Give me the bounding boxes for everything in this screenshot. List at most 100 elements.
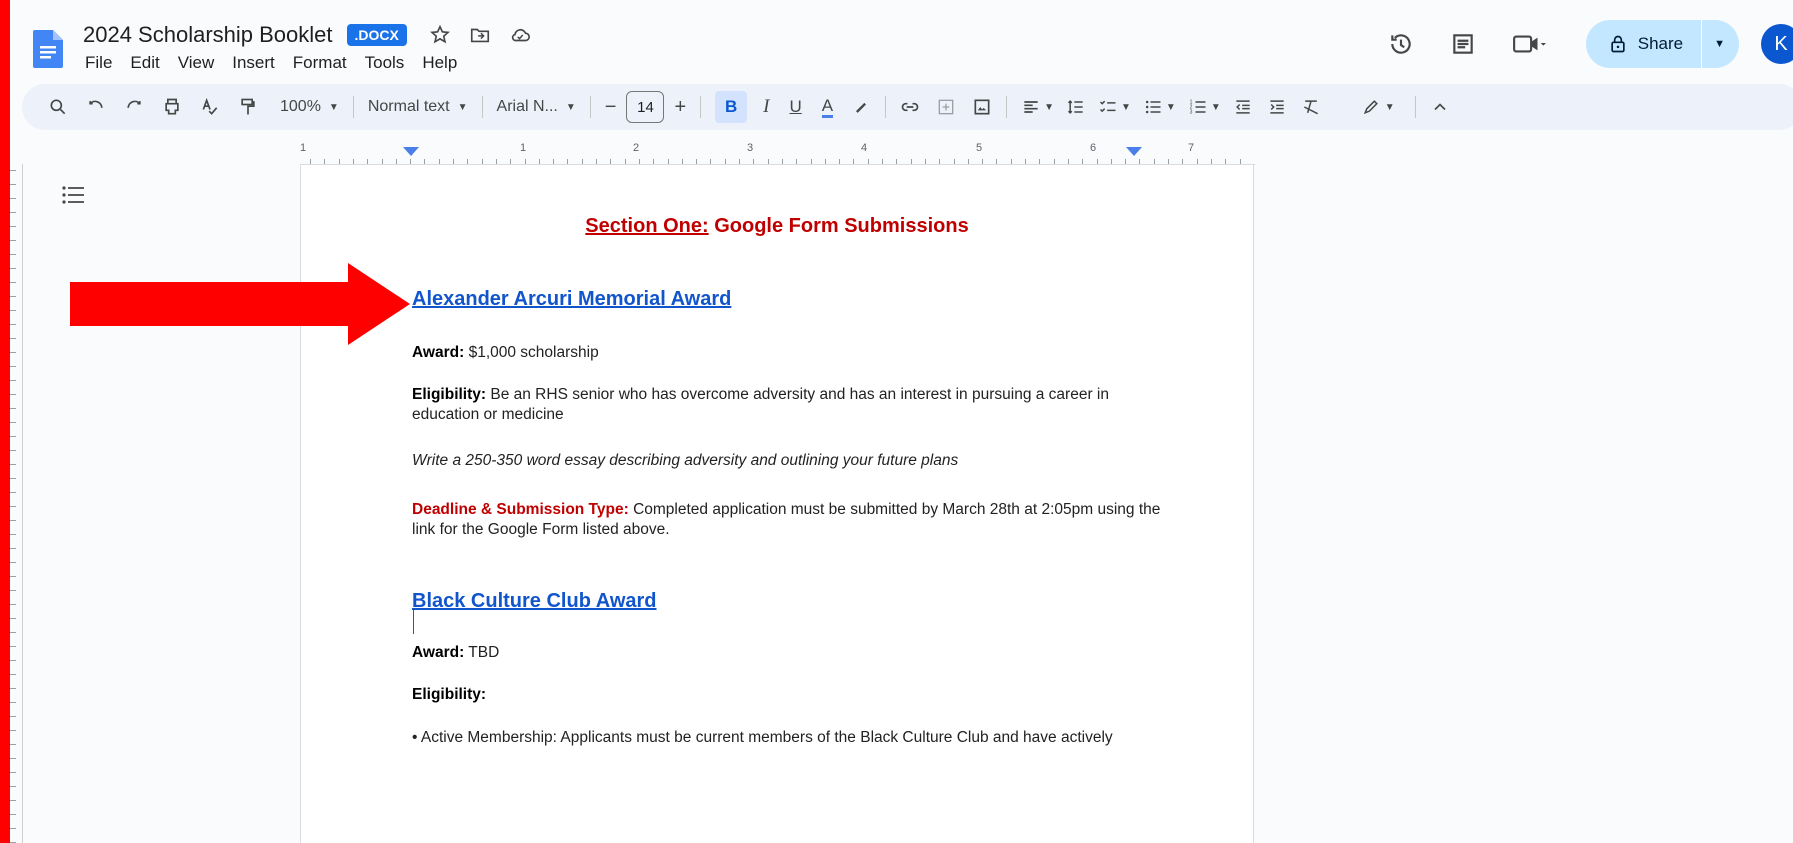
cloud-status-icon[interactable] (509, 24, 531, 46)
award-heading-link[interactable]: Black Culture Club Award (412, 590, 657, 613)
ruler-tick (10, 786, 16, 787)
formatting-toolbar: 100% ▼ Normal text ▼ Arial N... ▼ − 14 + B … (22, 84, 1793, 130)
ruler-tick (10, 450, 16, 451)
ruler-tick (10, 240, 16, 241)
share-dropdown-icon[interactable]: ▼ (1714, 38, 1725, 50)
editing-mode-icon[interactable]: ▼ (1361, 97, 1395, 117)
bold-button[interactable]: B (715, 91, 748, 123)
insert-image-icon[interactable] (972, 97, 992, 117)
award-value: $1,000 scholarship (464, 344, 599, 361)
ruler-tick (10, 590, 16, 591)
google-docs-icon[interactable] (33, 30, 63, 68)
ruler-tick (10, 674, 16, 675)
ruler-tick (10, 548, 16, 549)
ruler-tick (10, 828, 16, 829)
vertical-ruler[interactable] (10, 164, 23, 843)
ruler-tick (10, 604, 16, 605)
right-indent-marker[interactable] (1126, 147, 1142, 156)
redo-icon[interactable] (124, 97, 144, 117)
decrease-indent-icon[interactable] (1233, 97, 1253, 117)
highlight-color-icon[interactable] (851, 97, 871, 117)
document-page[interactable]: Section One: Google Form Submissions Ale… (300, 164, 1254, 843)
undo-icon[interactable] (86, 97, 106, 117)
spellcheck-icon[interactable] (200, 97, 220, 117)
comments-icon[interactable] (1450, 31, 1476, 57)
insert-link-icon[interactable] (900, 97, 920, 117)
ruler-tick (10, 520, 16, 521)
award-amount-paragraph: Award: $1,000 scholarship (412, 343, 1172, 363)
section-heading-rest: Google Form Submissions (708, 215, 969, 237)
font-select[interactable]: Arial N... ▼ (497, 98, 576, 116)
ruler-tick (10, 408, 16, 409)
text-color-button[interactable]: A (821, 96, 834, 118)
left-indent-marker[interactable] (403, 147, 419, 156)
share-button[interactable]: Share ▼ (1585, 20, 1739, 68)
italic-button[interactable]: I (763, 96, 769, 118)
ruler-tick (10, 422, 16, 423)
numbered-list-icon[interactable]: 1 2 3 ▼ (1188, 97, 1220, 117)
meet-icon[interactable] (1512, 31, 1546, 57)
document-title[interactable]: 2024 Scholarship Booklet (83, 22, 333, 48)
zoom-value: 100% (280, 98, 321, 115)
ruler-tick (10, 352, 16, 353)
red-arrow-annotation (70, 263, 410, 345)
menu-file[interactable]: File (76, 50, 121, 76)
zoom-select[interactable]: 100% ▼ (280, 98, 339, 116)
menu-help[interactable]: Help (413, 50, 466, 76)
align-icon[interactable]: ▼ (1021, 97, 1054, 117)
docx-badge: .DOCX (346, 24, 407, 46)
font-size-input[interactable]: 14 (626, 91, 665, 123)
award-label: Award: (412, 344, 465, 361)
clear-formatting-icon[interactable] (1301, 97, 1321, 117)
search-menus-icon[interactable] (48, 97, 68, 117)
eligibility-bullet: • Active Membership: Applicants must be … (412, 729, 1113, 746)
eligibility-paragraph: Eligibility: (412, 685, 1172, 705)
print-icon[interactable] (162, 97, 182, 117)
ruler-tick (10, 632, 16, 633)
version-history-icon[interactable] (1388, 31, 1414, 57)
increase-font-size-icon[interactable]: + (674, 96, 686, 119)
title-row: 2024 Scholarship Booklet .DOCX (83, 18, 531, 52)
horizontal-ruler[interactable]: 1 1 2 3 4 5 6 7 (300, 142, 1255, 165)
ruler-tick (10, 380, 16, 381)
deadline-paragraph: Deadline & Submission Type: Completed ap… (412, 500, 1172, 540)
menu-edit[interactable]: Edit (121, 50, 168, 76)
increase-indent-icon[interactable] (1267, 97, 1287, 117)
menu-format[interactable]: Format (284, 50, 356, 76)
underline-button[interactable]: U (789, 97, 801, 117)
ruler-number: 4 (861, 142, 868, 154)
eligibility-label: Eligibility: (412, 686, 487, 703)
ruler-number: 5 (976, 142, 983, 154)
document-outline-icon[interactable] (62, 186, 84, 204)
bulleted-list-icon[interactable]: ▼ (1143, 97, 1176, 117)
ruler-tick (10, 576, 16, 577)
ruler-tick (10, 758, 16, 759)
add-comment-icon[interactable] (936, 97, 956, 117)
ruler-tick (10, 772, 16, 773)
ruler-tick (10, 436, 16, 437)
star-icon[interactable] (429, 24, 451, 46)
style-select[interactable]: Normal text ▼ (368, 98, 468, 116)
ruler-tick (10, 506, 16, 507)
checklist-icon[interactable]: ▼ (1098, 97, 1131, 117)
ruler-tick (10, 394, 16, 395)
ruler-tick (10, 730, 16, 731)
header-actions: Share ▼ K (1388, 18, 1793, 70)
hide-menus-icon[interactable] (1430, 97, 1450, 117)
avatar[interactable]: K (1761, 24, 1793, 64)
ruler-tick (10, 310, 16, 311)
section-heading-prefix: Section One: (585, 215, 709, 237)
ruler-number: 3 (747, 142, 754, 154)
ruler-tick (10, 716, 16, 717)
award-heading-link[interactable]: Alexander Arcuri Memorial Award (412, 288, 731, 311)
menu-view[interactable]: View (169, 50, 224, 76)
ruler-tick (10, 562, 16, 563)
paint-format-icon[interactable] (238, 97, 258, 117)
menu-insert[interactable]: Insert (223, 50, 284, 76)
line-spacing-icon[interactable] (1066, 97, 1086, 117)
ruler-tick (10, 170, 16, 171)
move-folder-icon[interactable] (469, 24, 491, 46)
ruler-tick (10, 296, 16, 297)
decrease-font-size-icon[interactable]: − (605, 96, 617, 119)
menu-tools[interactable]: Tools (356, 50, 414, 76)
